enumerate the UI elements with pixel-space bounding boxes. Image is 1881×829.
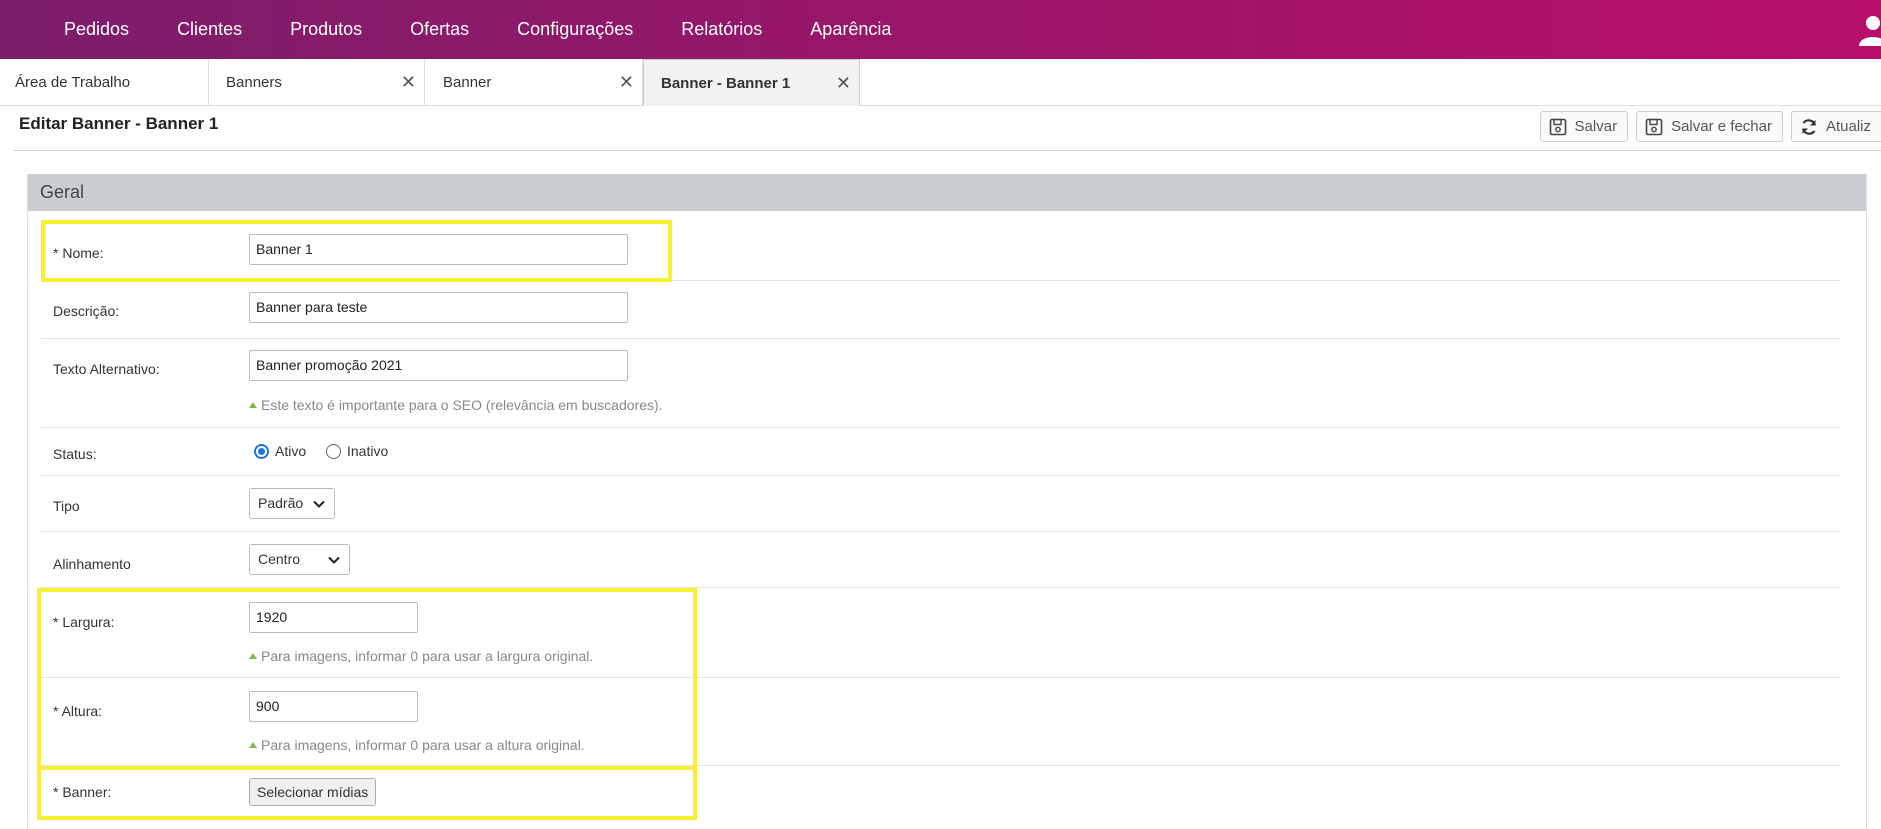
texto-alternativo-input[interactable]: Banner promoção 2021 [249, 350, 628, 381]
nav-clientes[interactable]: Clientes [153, 19, 266, 40]
highlight-box-dimensions [37, 588, 697, 770]
nav-aparencia[interactable]: Aparência [786, 19, 915, 40]
toolbar: Salvar Salvar e fechar Atualiz [1539, 111, 1881, 142]
status-inativo-radio[interactable]: Inativo [326, 443, 388, 459]
main-menu: Pedidos Clientes Produtos Ofertas Config… [40, 0, 915, 59]
radio-checked[interactable] [254, 443, 269, 459]
row-alinhamento: Alinhamento Centro [41, 532, 1841, 588]
save-and-close-label: Salvar e fechar [1671, 118, 1772, 135]
tipo-value: Padrão [258, 495, 304, 511]
refresh-icon [1801, 118, 1817, 135]
nav-produtos[interactable]: Produtos [266, 19, 386, 40]
nav-ofertas[interactable]: Ofertas [386, 19, 493, 40]
tipo-select[interactable]: Padrão [249, 488, 335, 519]
status-ativo-radio[interactable]: Ativo [254, 443, 306, 459]
floppy-disk-icon [1549, 118, 1566, 135]
close-icon[interactable]: ✕ [836, 60, 851, 107]
save-and-close-button[interactable]: Salvar e fechar [1636, 111, 1783, 142]
top-navbar: Pedidos Clientes Produtos Ofertas Config… [0, 0, 1881, 59]
tipo-label: Tipo [53, 498, 80, 514]
nav-pedidos[interactable]: Pedidos [40, 19, 153, 40]
tab-banner[interactable]: Banner ✕ [425, 59, 643, 106]
alinhamento-value: Centro [258, 551, 301, 567]
user-icon[interactable] [1857, 14, 1881, 46]
save-button[interactable]: Salvar [1539, 111, 1629, 142]
refresh-button[interactable]: Atualiz [1790, 111, 1881, 142]
alinhamento-select[interactable]: Centro [249, 544, 350, 575]
page-title: Editar Banner - Banner 1 [19, 114, 219, 133]
chevron-down-icon [313, 500, 325, 508]
close-icon[interactable]: ✕ [401, 59, 416, 106]
close-icon[interactable]: ✕ [619, 59, 634, 106]
row-descricao: Descrição: Banner para teste [41, 281, 1841, 339]
highlight-box-banner [37, 766, 697, 820]
tab-banners[interactable]: Banners ✕ [209, 59, 425, 106]
descricao-input[interactable]: Banner para teste [249, 292, 628, 323]
alinhamento-label: Alinhamento [53, 556, 131, 572]
radio-label: Ativo [275, 443, 307, 459]
tab-banner-banner-1[interactable]: Banner - Banner 1 ✕ [643, 59, 860, 106]
floppy-disk-icon [1645, 118, 1663, 135]
tab-label: Banner [443, 74, 492, 91]
highlight-box-nome [41, 220, 672, 282]
tab-label: Área de Trabalho [15, 74, 131, 91]
title-bar: Editar Banner - Banner 1 Salvar Salvar e… [14, 106, 1881, 151]
chevron-down-icon [328, 556, 340, 564]
tab-label: Banners [226, 74, 282, 91]
refresh-label: Atualiz [1825, 118, 1871, 135]
radio-unchecked[interactable] [326, 443, 341, 459]
texto-alternativo-hint: Este texto é importante para o SEO (rele… [249, 397, 663, 413]
texto-alternativo-label: Texto Alternativo: [53, 361, 160, 377]
row-texto-alternativo: Texto Alternativo: Banner promoção 2021 … [41, 339, 1841, 428]
nav-configuracoes[interactable]: Configurações [493, 19, 657, 40]
save-label: Salvar [1574, 118, 1618, 135]
status-label: Status: [53, 446, 97, 462]
nav-relatorios[interactable]: Relatórios [657, 19, 786, 40]
panel-title: Geral [28, 174, 1866, 211]
row-tipo: Tipo Padrão [41, 476, 1841, 532]
radio-label: Inativo [347, 443, 389, 459]
hint-text: Este texto é importante para o SEO (rele… [261, 397, 663, 413]
tab-label: Banner - Banner 1 [661, 75, 791, 92]
tab-bar: Área de Trabalho Banners ✕ Banner ✕ Bann… [0, 59, 1881, 106]
descricao-label: Descrição: [53, 303, 120, 319]
tab-area-de-trabalho[interactable]: Área de Trabalho [0, 59, 209, 106]
row-status: Status: Ativo Inativo [41, 428, 1841, 476]
caret-up-icon [249, 402, 257, 408]
